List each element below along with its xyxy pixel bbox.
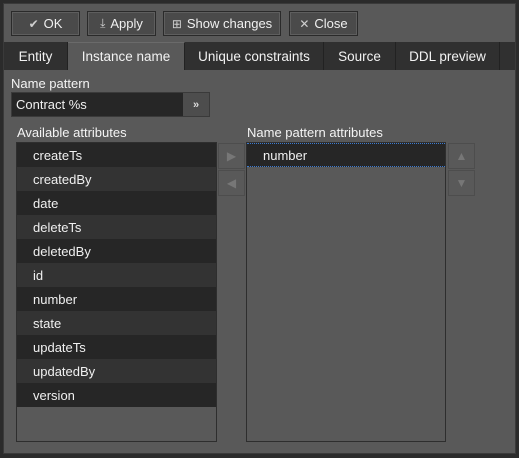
lock-icon: ⊞: [171, 16, 182, 31]
tab-instance-name[interactable]: Instance name: [68, 42, 185, 70]
check-icon: ✔: [28, 16, 39, 31]
name-pattern-input[interactable]: Contract %s »: [11, 92, 210, 117]
name-pattern-attributes-label: Name pattern attributes: [247, 125, 383, 140]
move-up-button[interactable]: ▲: [448, 143, 475, 169]
name-pattern-label: Name pattern: [11, 76, 90, 91]
list-item[interactable]: number: [247, 143, 445, 167]
ok-button[interactable]: ✔ OK: [11, 11, 80, 36]
list-item[interactable]: date: [17, 191, 216, 215]
close-icon: ✕: [299, 16, 310, 31]
remove-attribute-button[interactable]: ◀: [218, 170, 245, 196]
list-item[interactable]: version: [17, 383, 216, 407]
list-item[interactable]: number: [17, 287, 216, 311]
arrow-up-icon: ▲: [455, 149, 468, 163]
tab-ddl-preview[interactable]: DDL preview: [396, 42, 500, 70]
list-item[interactable]: state: [17, 311, 216, 335]
list-item[interactable]: updatedBy: [17, 359, 216, 383]
insert-pattern-button[interactable]: »: [183, 93, 209, 116]
tab-source[interactable]: Source: [324, 42, 396, 70]
download-icon: ⤓: [100, 16, 106, 30]
arrow-left-icon: ◀: [226, 176, 237, 190]
list-item[interactable]: deleteTs: [17, 215, 216, 239]
move-down-button[interactable]: ▼: [448, 170, 475, 196]
add-attribute-button[interactable]: ▶: [218, 143, 245, 169]
arrow-down-icon: ▼: [455, 176, 468, 190]
tab-unique-constraints[interactable]: Unique constraints: [185, 42, 324, 70]
close-button[interactable]: ✕ Close: [289, 11, 358, 36]
entity-editor-window: ✔ OK ⤓ Apply ⊞ Show changes ✕ Close Entity I…: [3, 3, 516, 454]
arrow-right-icon: ▶: [226, 149, 237, 163]
list-item[interactable]: updateTs: [17, 335, 216, 359]
name-pattern-value[interactable]: Contract %s: [12, 97, 183, 112]
list-item[interactable]: createTs: [17, 143, 216, 167]
list-item[interactable]: deletedBy: [17, 239, 216, 263]
tab-bar: Entity Instance name Unique constraints …: [4, 42, 515, 70]
list-item[interactable]: createdBy: [17, 167, 216, 191]
tab-entity[interactable]: Entity: [4, 42, 68, 70]
list-item[interactable]: id: [17, 263, 216, 287]
name-pattern-attributes-list[interactable]: number: [246, 142, 446, 442]
apply-button[interactable]: ⤓ Apply: [87, 11, 156, 36]
available-attributes-list[interactable]: createTs createdBy date deleteTs deleted…: [16, 142, 217, 442]
available-attributes-label: Available attributes: [17, 125, 127, 140]
show-changes-button[interactable]: ⊞ Show changes: [163, 11, 281, 36]
